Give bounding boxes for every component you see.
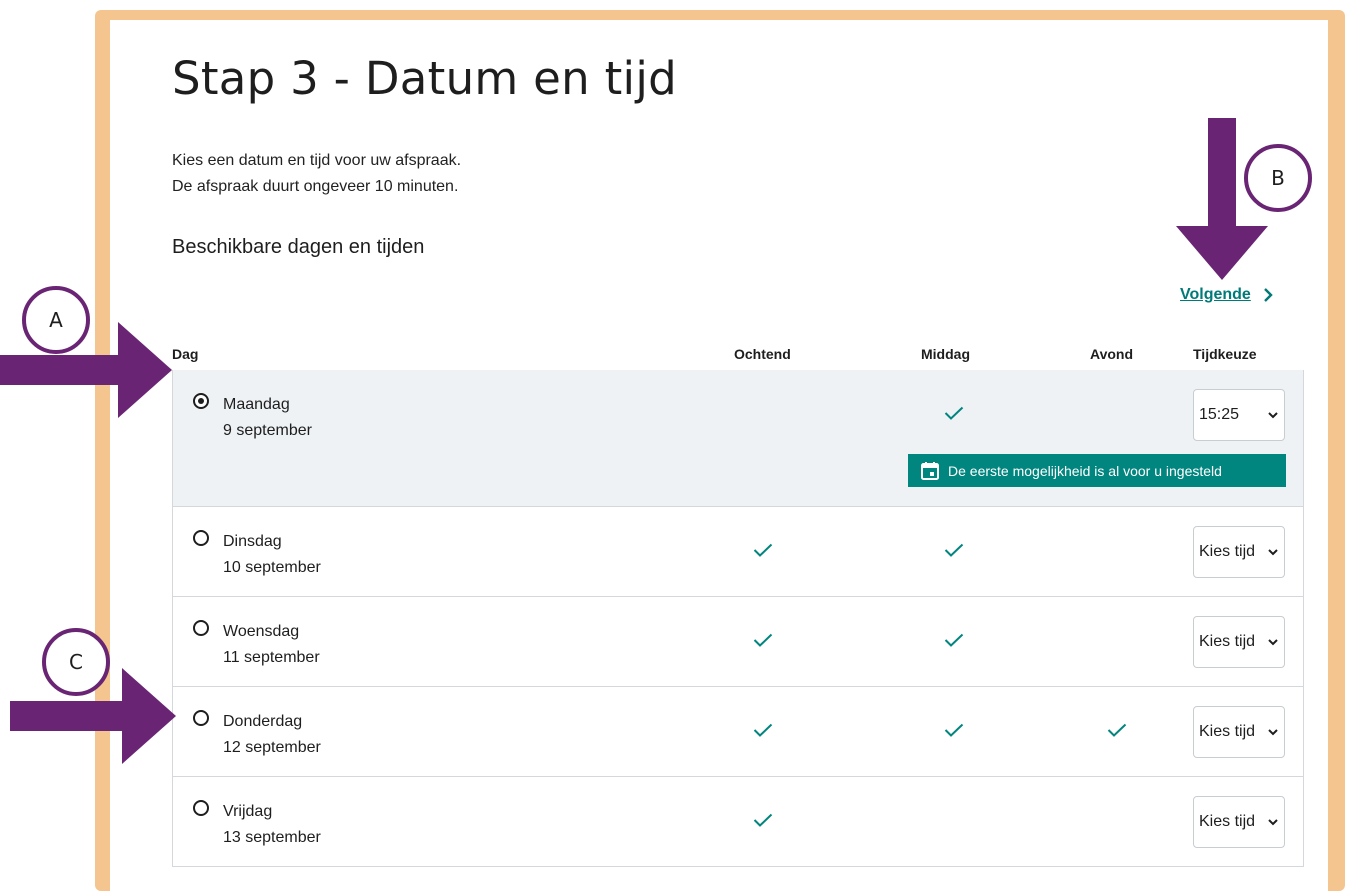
table-row[interactable]: Dinsdag 10 september Kies tijd: [173, 506, 1303, 596]
callout-c: C: [42, 628, 110, 696]
chevron-down-icon: [1268, 818, 1278, 825]
next-link[interactable]: Volgende: [1180, 286, 1273, 304]
intro-line-1: Kies een datum en tijd voor uw afspraak.: [172, 152, 462, 169]
time-select[interactable]: Kies tijd: [1193, 706, 1285, 758]
day-date: 10 september: [223, 559, 321, 576]
time-select-value: Kies tijd: [1199, 633, 1256, 650]
header-morning: Ochtend: [734, 346, 791, 362]
intro-line-2: De afspraak duurt ongeveer 10 minuten.: [172, 178, 459, 195]
day-name: Vrijdag: [223, 803, 273, 820]
check-icon: [753, 813, 775, 827]
availability-table: Dag Ochtend Middag Avond Tijdkeuze Maand…: [172, 340, 1304, 867]
time-select[interactable]: Kies tijd: [1193, 796, 1285, 848]
page-title: Stap 3 - Datum en tijd: [172, 52, 677, 105]
calendar-icon: [921, 461, 939, 480]
chevron-down-icon: [1268, 548, 1278, 555]
check-icon: [753, 543, 775, 557]
chevron-down-icon: [1268, 638, 1278, 645]
time-select[interactable]: Kies tijd: [1193, 616, 1285, 668]
day-cell: Dinsdag 10 september: [223, 529, 321, 581]
day-name: Woensdag: [223, 623, 300, 640]
day-cell: Donderdag 12 september: [223, 709, 321, 761]
time-select-value: Kies tijd: [1199, 813, 1256, 830]
check-icon: [753, 723, 775, 737]
check-icon: [944, 543, 966, 557]
notice-text: De eerste mogelijkheid is al voor u inge…: [948, 462, 1222, 479]
time-select-value: 15:25: [1199, 406, 1240, 423]
table-row[interactable]: Woensdag 11 september Kies tijd: [173, 596, 1303, 686]
chevron-down-icon: [1268, 411, 1278, 418]
day-radio[interactable]: [193, 800, 209, 816]
day-radio[interactable]: [193, 710, 209, 726]
check-icon: [944, 723, 966, 737]
chevron-right-icon[interactable]: [1263, 288, 1273, 302]
check-icon: [944, 633, 966, 647]
callout-a: A: [22, 286, 90, 354]
check-icon: [944, 406, 966, 420]
table-row[interactable]: Vrijdag 13 september Kies tijd: [173, 776, 1303, 866]
next-link-label[interactable]: Volgende: [1180, 286, 1251, 304]
day-cell: Woensdag 11 september: [223, 619, 320, 671]
day-radio[interactable]: [193, 393, 209, 409]
chevron-down-icon: [1268, 728, 1278, 735]
header-time: Tijdkeuze: [1193, 346, 1257, 362]
day-radio[interactable]: [193, 620, 209, 636]
day-radio[interactable]: [193, 530, 209, 546]
day-cell: Maandag 9 september: [223, 392, 312, 444]
time-select[interactable]: 15:25: [1193, 389, 1285, 441]
day-date: 9 september: [223, 422, 312, 439]
table-row[interactable]: Maandag 9 september 15:25 De eerste moge…: [173, 370, 1303, 506]
notice-banner: De eerste mogelijkheid is al voor u inge…: [908, 454, 1286, 487]
day-date: 11 september: [223, 649, 320, 666]
day-name: Dinsdag: [223, 533, 282, 550]
day-date: 13 september: [223, 829, 321, 846]
table-header: Dag Ochtend Middag Avond Tijdkeuze: [172, 340, 1304, 370]
header-evening: Avond: [1090, 346, 1134, 362]
intro-text: Kies een datum en tijd voor uw afspraak.…: [172, 148, 461, 200]
header-afternoon: Middag: [921, 346, 970, 362]
check-icon: [753, 633, 775, 647]
day-cell: Vrijdag 13 september: [223, 799, 321, 851]
day-name: Donderdag: [223, 713, 303, 730]
callout-c-label: C: [69, 650, 83, 674]
time-select-value: Kies tijd: [1199, 543, 1256, 560]
time-select[interactable]: Kies tijd: [1193, 526, 1285, 578]
table-body: Maandag 9 september 15:25 De eerste moge…: [172, 370, 1304, 867]
callout-b-label: B: [1271, 166, 1285, 190]
header-day: Dag: [172, 346, 199, 362]
day-date: 12 september: [223, 739, 321, 756]
callout-b: B: [1244, 144, 1312, 212]
check-icon: [1107, 723, 1129, 737]
table-row[interactable]: Donderdag 12 september Kies tijd: [173, 686, 1303, 776]
callout-a-label: A: [49, 308, 63, 332]
time-select-value: Kies tijd: [1199, 723, 1256, 740]
section-title: Beschikbare dagen en tijden: [172, 236, 425, 258]
day-name: Maandag: [223, 396, 290, 413]
